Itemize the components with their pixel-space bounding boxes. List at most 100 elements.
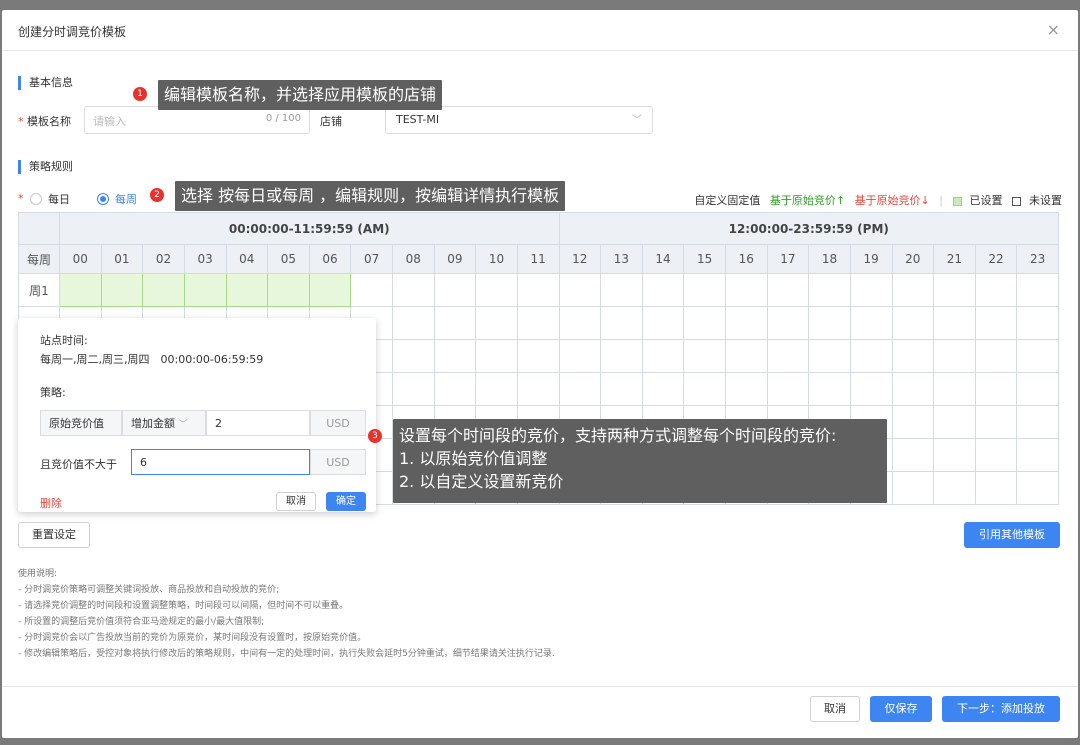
time-slot-cell[interactable] — [267, 273, 310, 307]
time-slot-cell[interactable] — [974, 273, 1018, 307]
time-slot-cell[interactable] — [641, 273, 685, 307]
save-only-button[interactable]: 仅保存 — [870, 696, 932, 722]
time-slot-cell[interactable] — [100, 273, 144, 307]
time-slot-cell[interactable] — [849, 339, 893, 373]
time-slot-cell[interactable] — [350, 273, 393, 307]
time-slot-cell[interactable] — [641, 372, 685, 406]
delete-link[interactable]: 删除 — [40, 495, 62, 511]
time-slot-cell[interactable] — [683, 372, 726, 406]
time-slot-cell[interactable] — [891, 438, 935, 472]
time-slot-cell[interactable] — [641, 306, 685, 340]
footer-cancel-button[interactable]: 取消 — [810, 696, 860, 722]
time-slot-cell[interactable] — [808, 339, 851, 373]
time-slot-cell[interactable] — [849, 372, 893, 406]
time-slot-cell[interactable] — [974, 306, 1018, 340]
radio-weekly[interactable] — [97, 193, 109, 205]
time-slot-cell[interactable] — [725, 273, 768, 307]
time-slot-cell[interactable] — [600, 372, 643, 406]
time-slot-cell[interactable] — [433, 372, 477, 406]
time-slot-cell[interactable] — [475, 273, 518, 307]
time-slot-cell[interactable] — [1016, 306, 1059, 340]
time-slot-cell[interactable] — [683, 273, 726, 307]
time-slot-cell[interactable] — [558, 273, 602, 307]
time-slot-cell[interactable] — [475, 339, 518, 373]
time-slot-cell[interactable] — [891, 405, 935, 439]
time-slot-cell[interactable] — [766, 372, 810, 406]
time-slot-cell[interactable] — [974, 405, 1018, 439]
time-slot-cell[interactable] — [1016, 471, 1059, 505]
time-slot-cell[interactable] — [725, 339, 768, 373]
time-slot-cell[interactable] — [891, 372, 935, 406]
time-slot-cell[interactable] — [516, 339, 560, 373]
time-slot-cell[interactable] — [600, 339, 643, 373]
time-slot-cell[interactable] — [891, 306, 935, 340]
time-slot-cell[interactable] — [933, 306, 976, 340]
time-slot-cell[interactable] — [808, 273, 851, 307]
time-slot-cell[interactable] — [891, 471, 935, 505]
time-slot-cell[interactable] — [933, 471, 976, 505]
time-slot-cell[interactable] — [558, 306, 602, 340]
time-slot-cell[interactable] — [974, 339, 1018, 373]
time-slot-cell[interactable] — [766, 339, 810, 373]
time-slot-cell[interactable] — [558, 372, 602, 406]
time-slot-cell[interactable] — [933, 273, 976, 307]
time-slot-cell[interactable] — [933, 438, 976, 472]
reset-button[interactable]: 重置设定 — [18, 522, 90, 548]
time-slot-cell[interactable] — [891, 273, 935, 307]
time-slot-cell[interactable] — [392, 339, 435, 373]
time-slot-cell[interactable] — [725, 306, 768, 340]
popup-confirm-button[interactable]: 确定 — [326, 492, 366, 511]
time-slot-cell[interactable] — [641, 339, 685, 373]
time-slot-cell[interactable] — [1016, 339, 1059, 373]
amount-input[interactable]: 2 — [206, 410, 310, 436]
template-name-input[interactable]: 请输入 0 / 100 — [84, 106, 310, 134]
time-slot-cell[interactable] — [475, 306, 518, 340]
method-select[interactable]: 增加金额 ﹀ — [122, 410, 206, 436]
time-slot-cell[interactable] — [308, 273, 352, 307]
time-slot-cell[interactable] — [59, 273, 102, 307]
radio-daily[interactable] — [30, 193, 42, 205]
time-slot-cell[interactable] — [933, 405, 976, 439]
time-slot-cell[interactable] — [1016, 372, 1059, 406]
popup-cancel-button[interactable]: 取消 — [276, 492, 316, 511]
time-slot-cell[interactable] — [516, 306, 560, 340]
time-slot-cell[interactable] — [683, 339, 726, 373]
time-slot-cell[interactable] — [933, 339, 976, 373]
time-slot-cell[interactable] — [725, 372, 768, 406]
time-slot-cell[interactable] — [225, 273, 269, 307]
time-slot-cell[interactable] — [183, 273, 227, 307]
time-slot-cell[interactable] — [433, 273, 477, 307]
time-slot-cell[interactable] — [433, 306, 477, 340]
store-select[interactable]: TEST-MI ﹀ — [385, 106, 653, 134]
time-slot-cell[interactable] — [142, 273, 185, 307]
time-slot-cell[interactable] — [683, 306, 726, 340]
time-slot-cell[interactable] — [974, 438, 1018, 472]
time-slot-cell[interactable] — [808, 306, 851, 340]
time-slot-cell[interactable] — [392, 273, 435, 307]
time-slot-cell[interactable] — [974, 471, 1018, 505]
time-slot-cell[interactable] — [808, 372, 851, 406]
time-slot-cell[interactable] — [766, 306, 810, 340]
time-slot-cell[interactable] — [433, 339, 477, 373]
next-add-ads-button[interactable]: 下一步：添加投放 — [942, 696, 1060, 722]
time-slot-cell[interactable] — [516, 273, 560, 307]
time-slot-cell[interactable] — [558, 339, 602, 373]
time-slot-cell[interactable] — [392, 372, 435, 406]
time-slot-cell[interactable] — [1016, 405, 1059, 439]
time-slot-cell[interactable] — [933, 372, 976, 406]
time-slot-cell[interactable] — [849, 273, 893, 307]
time-slot-cell[interactable] — [600, 306, 643, 340]
time-slot-cell[interactable] — [1016, 273, 1059, 307]
close-icon[interactable]: × — [1047, 20, 1060, 39]
time-slot-cell[interactable] — [849, 306, 893, 340]
time-slot-cell[interactable] — [766, 273, 810, 307]
time-slot-cell[interactable] — [392, 306, 435, 340]
import-template-button[interactable]: 引用其他模板 — [964, 522, 1060, 548]
time-slot-cell[interactable] — [1016, 438, 1059, 472]
time-slot-cell[interactable] — [974, 372, 1018, 406]
cap-input[interactable]: 6 — [131, 449, 310, 475]
time-slot-cell[interactable] — [600, 273, 643, 307]
time-slot-cell[interactable] — [475, 372, 518, 406]
time-slot-cell[interactable] — [516, 372, 560, 406]
time-slot-cell[interactable] — [891, 339, 935, 373]
